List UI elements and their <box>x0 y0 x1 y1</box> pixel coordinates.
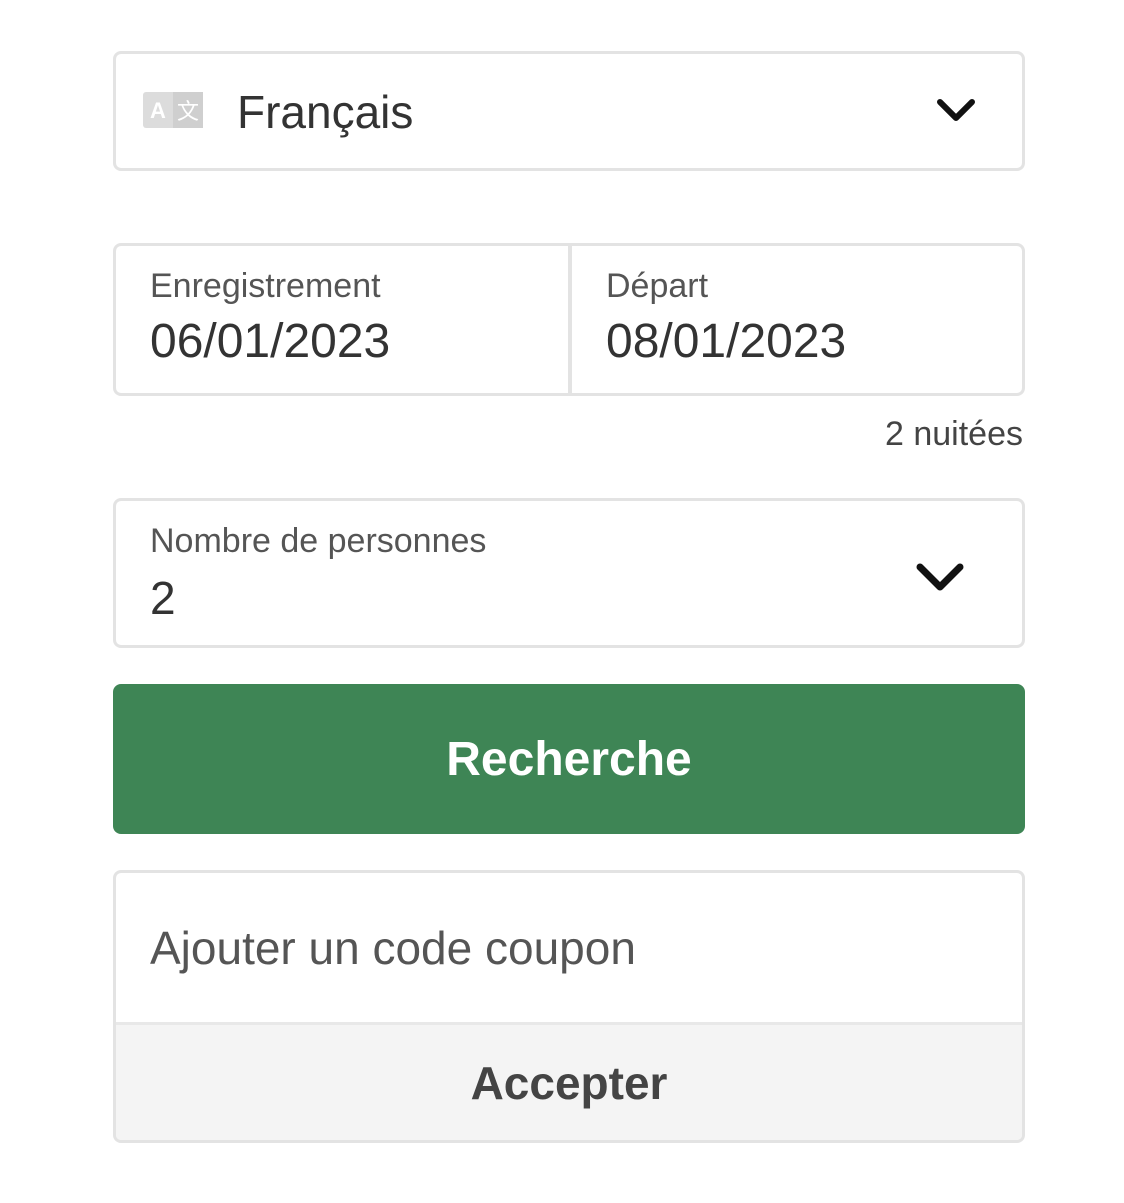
svg-text:A: A <box>150 98 166 123</box>
checkin-field[interactable]: Enregistrement 06/01/2023 <box>116 246 568 393</box>
chevron-down-icon <box>934 88 978 132</box>
language-select[interactable]: A 文 Français <box>113 51 1025 171</box>
date-range: Enregistrement 06/01/2023 Départ 08/01/2… <box>113 243 1025 396</box>
persons-value: 2 <box>150 572 176 624</box>
accept-coupon-button[interactable]: Accepter <box>116 1025 1022 1140</box>
language-value: Français <box>237 86 414 138</box>
coupon-panel: Accepter <box>113 870 1025 1143</box>
checkin-label: Enregistrement <box>150 267 381 305</box>
persons-label: Nombre de personnes <box>150 522 487 560</box>
checkout-value: 08/01/2023 <box>606 315 847 368</box>
svg-text:文: 文 <box>177 100 199 125</box>
nights-count: 2 nuitées <box>885 415 1023 453</box>
translate-icon: A 文 <box>143 92 203 128</box>
checkin-value: 06/01/2023 <box>150 315 391 368</box>
checkout-field[interactable]: Départ 08/01/2023 <box>572 246 1022 393</box>
chevron-down-icon <box>914 551 966 603</box>
coupon-code-input[interactable] <box>116 873 1022 1022</box>
persons-select[interactable]: Nombre de personnes 2 <box>113 498 1025 648</box>
search-button[interactable]: Recherche <box>113 684 1025 834</box>
checkout-label: Départ <box>606 267 709 305</box>
